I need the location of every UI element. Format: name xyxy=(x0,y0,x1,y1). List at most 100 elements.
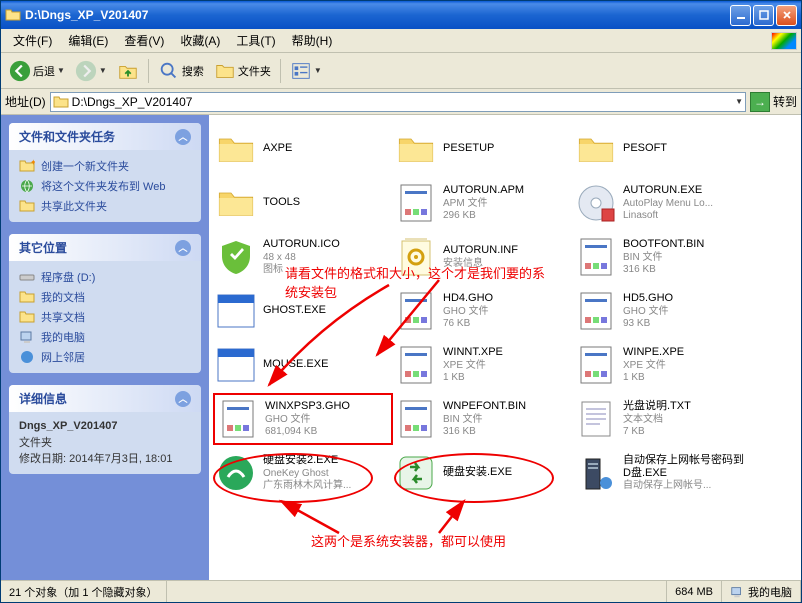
chevron-up-icon[interactable]: ︿ xyxy=(175,240,191,256)
addressbar: 地址(D) D:\Dngs_XP_V201407 ▼ → 转到 xyxy=(1,89,801,115)
computer-icon xyxy=(730,585,744,599)
chevron-up-icon[interactable]: ︿ xyxy=(175,129,191,145)
file-item[interactable]: AUTORUN.INF安装信息 xyxy=(393,231,573,283)
window-title: D:\Dngs_XP_V201407 xyxy=(25,8,730,22)
menu-edit[interactable]: 编辑(E) xyxy=(60,30,116,51)
file-item[interactable]: 自动保存上网帐号密码到D盘.EXE自动保存上网帐号... xyxy=(573,447,753,499)
views-button[interactable]: ▼ xyxy=(286,57,326,85)
file-meta: GHO 文件 xyxy=(265,414,350,426)
panel-header[interactable]: 文件和文件夹任务 ︿ xyxy=(9,123,201,150)
file-name: AUTORUN.INF xyxy=(443,244,518,257)
my-computer-link[interactable]: 我的电脑 xyxy=(19,327,191,347)
file-item[interactable]: WINPE.XPEXPE 文件1 KB xyxy=(573,339,753,391)
file-area[interactable]: AXPEPESETUP PESOFT TOOLS AUTORUN.APMAPM 文件2… xyxy=(209,115,801,580)
dropdown-icon: ▼ xyxy=(99,66,107,75)
network-link[interactable]: 网上邻居 xyxy=(19,347,191,367)
folders-icon xyxy=(214,60,236,82)
file-item[interactable]: BOOTFONT.BINBIN 文件316 KB xyxy=(573,231,753,283)
file-name: HD4.GHO xyxy=(443,292,493,305)
publish-link[interactable]: 将这个文件夹发布到 Web xyxy=(19,176,191,196)
file-name: 硬盘安装.EXE xyxy=(443,466,512,479)
status-location: 我的电脑 xyxy=(722,581,801,602)
file-meta: 76 KB xyxy=(443,318,493,330)
file-item[interactable]: AUTORUN.EXEAutoPlay Menu Lo...Linasoft xyxy=(573,177,753,229)
file-item[interactable]: GHOST.EXE xyxy=(213,285,393,337)
folder-icon xyxy=(215,128,257,170)
file-item[interactable]: 光盘说明.TXT文本文档7 KB xyxy=(573,393,753,445)
file-name: PESOFT xyxy=(623,142,667,155)
menu-tools[interactable]: 工具(T) xyxy=(228,30,283,51)
toolbar: 后退 ▼ ▼ 搜索 文件夹 ▼ xyxy=(1,53,801,89)
file-item[interactable]: HD5.GHOGHO 文件93 KB xyxy=(573,285,753,337)
docs-icon xyxy=(19,289,35,305)
address-input[interactable]: D:\Dngs_XP_V201407 ▼ xyxy=(50,92,746,112)
file-meta: BIN 文件 xyxy=(623,252,704,264)
doc-icon xyxy=(395,398,437,440)
panel-header[interactable]: 其它位置 ︿ xyxy=(9,234,201,261)
file-name: AUTORUN.EXE xyxy=(623,184,713,197)
file-meta: 广东雨林木风计算... xyxy=(263,480,351,492)
menu-view[interactable]: 查看(V) xyxy=(116,30,172,51)
file-item[interactable]: WINNT.XPEXPE 文件1 KB xyxy=(393,339,573,391)
file-item[interactable]: WINXPSP3.GHOGHO 文件681,094 KB xyxy=(213,393,393,445)
file-item[interactable]: PESETUP xyxy=(393,123,573,175)
file-item[interactable]: MOUSE.EXE xyxy=(213,339,393,391)
file-name: HD5.GHO xyxy=(623,292,673,305)
other-places-panel: 其它位置 ︿ 程序盘 (D:) 我的文档 共享文档 xyxy=(9,234,201,373)
menu-help[interactable]: 帮助(H) xyxy=(284,30,341,51)
titlebar[interactable]: D:\Dngs_XP_V201407 xyxy=(1,1,801,29)
status-size: 684 MB xyxy=(667,581,722,602)
detail-modified: 修改日期: 2014年7月3日, 18:01 xyxy=(19,451,191,468)
globe-icon xyxy=(19,178,35,194)
explorer-window: D:\Dngs_XP_V201407 文件(F) 编辑(E) 查看(V) 收藏(… xyxy=(0,0,802,603)
file-name: TOOLS xyxy=(263,196,300,209)
panel-header[interactable]: 详细信息 ︿ xyxy=(9,385,201,412)
file-item[interactable]: TOOLS xyxy=(213,177,393,229)
file-item[interactable]: AUTORUN.ICO48 x 48图标 xyxy=(213,231,393,283)
drive-link[interactable]: 程序盘 (D:) xyxy=(19,267,191,287)
green-icon xyxy=(215,452,257,494)
file-name: 光盘说明.TXT xyxy=(623,400,691,413)
back-button[interactable]: 后退 ▼ xyxy=(5,57,69,85)
dropdown-icon: ▼ xyxy=(314,66,322,75)
minimize-button[interactable] xyxy=(730,5,751,26)
menu-fav[interactable]: 收藏(A) xyxy=(172,30,228,51)
go-button[interactable]: → 转到 xyxy=(750,92,797,112)
forward-button[interactable]: ▼ xyxy=(71,57,111,85)
file-meta: GHO 文件 xyxy=(443,306,493,318)
doc-icon xyxy=(575,236,617,278)
menu-file[interactable]: 文件(F) xyxy=(5,30,60,51)
file-item[interactable]: AUTORUN.APMAPM 文件296 KB xyxy=(393,177,573,229)
file-meta: 681,094 KB xyxy=(265,426,350,438)
close-button[interactable] xyxy=(776,5,797,26)
file-name: MOUSE.EXE xyxy=(263,358,328,371)
file-item[interactable]: HD4.GHOGHO 文件76 KB xyxy=(393,285,573,337)
file-meta: 296 KB xyxy=(443,210,524,222)
windows-flag-icon xyxy=(771,32,797,50)
search-button[interactable]: 搜索 xyxy=(154,57,208,85)
new-folder-icon: ✦ xyxy=(19,158,35,174)
doc-icon xyxy=(575,290,617,332)
share-link[interactable]: 共享此文件夹 xyxy=(19,196,191,216)
file-item[interactable]: WNPEFONT.BINBIN 文件316 KB xyxy=(393,393,573,445)
file-item[interactable]: 硬盘安装.EXE xyxy=(393,447,573,499)
file-item[interactable]: PESOFT xyxy=(573,123,753,175)
folders-button[interactable]: 文件夹 xyxy=(210,57,275,85)
doc-icon xyxy=(395,182,437,224)
folder-icon xyxy=(53,94,69,110)
file-item[interactable]: 硬盘安装2.EXEOneKey Ghost广东雨林木风计算... xyxy=(213,447,393,499)
dropdown-icon[interactable]: ▼ xyxy=(735,97,743,106)
computer-icon xyxy=(19,329,35,345)
chevron-up-icon[interactable]: ︿ xyxy=(175,391,191,407)
file-meta: 316 KB xyxy=(443,426,526,438)
up-button[interactable] xyxy=(113,57,143,85)
file-item[interactable]: AXPE xyxy=(213,123,393,175)
new-folder-link[interactable]: ✦ 创建一个新文件夹 xyxy=(19,156,191,176)
maximize-button[interactable] xyxy=(753,5,774,26)
file-name: 自动保存上网帐号密码到D盘.EXE xyxy=(623,454,751,480)
shared-docs-link[interactable]: 共享文档 xyxy=(19,307,191,327)
detail-name: Dngs_XP_V201407 xyxy=(19,418,191,435)
detail-type: 文件夹 xyxy=(19,435,191,452)
my-docs-link[interactable]: 我的文档 xyxy=(19,287,191,307)
file-name: WINNT.XPE xyxy=(443,346,503,359)
